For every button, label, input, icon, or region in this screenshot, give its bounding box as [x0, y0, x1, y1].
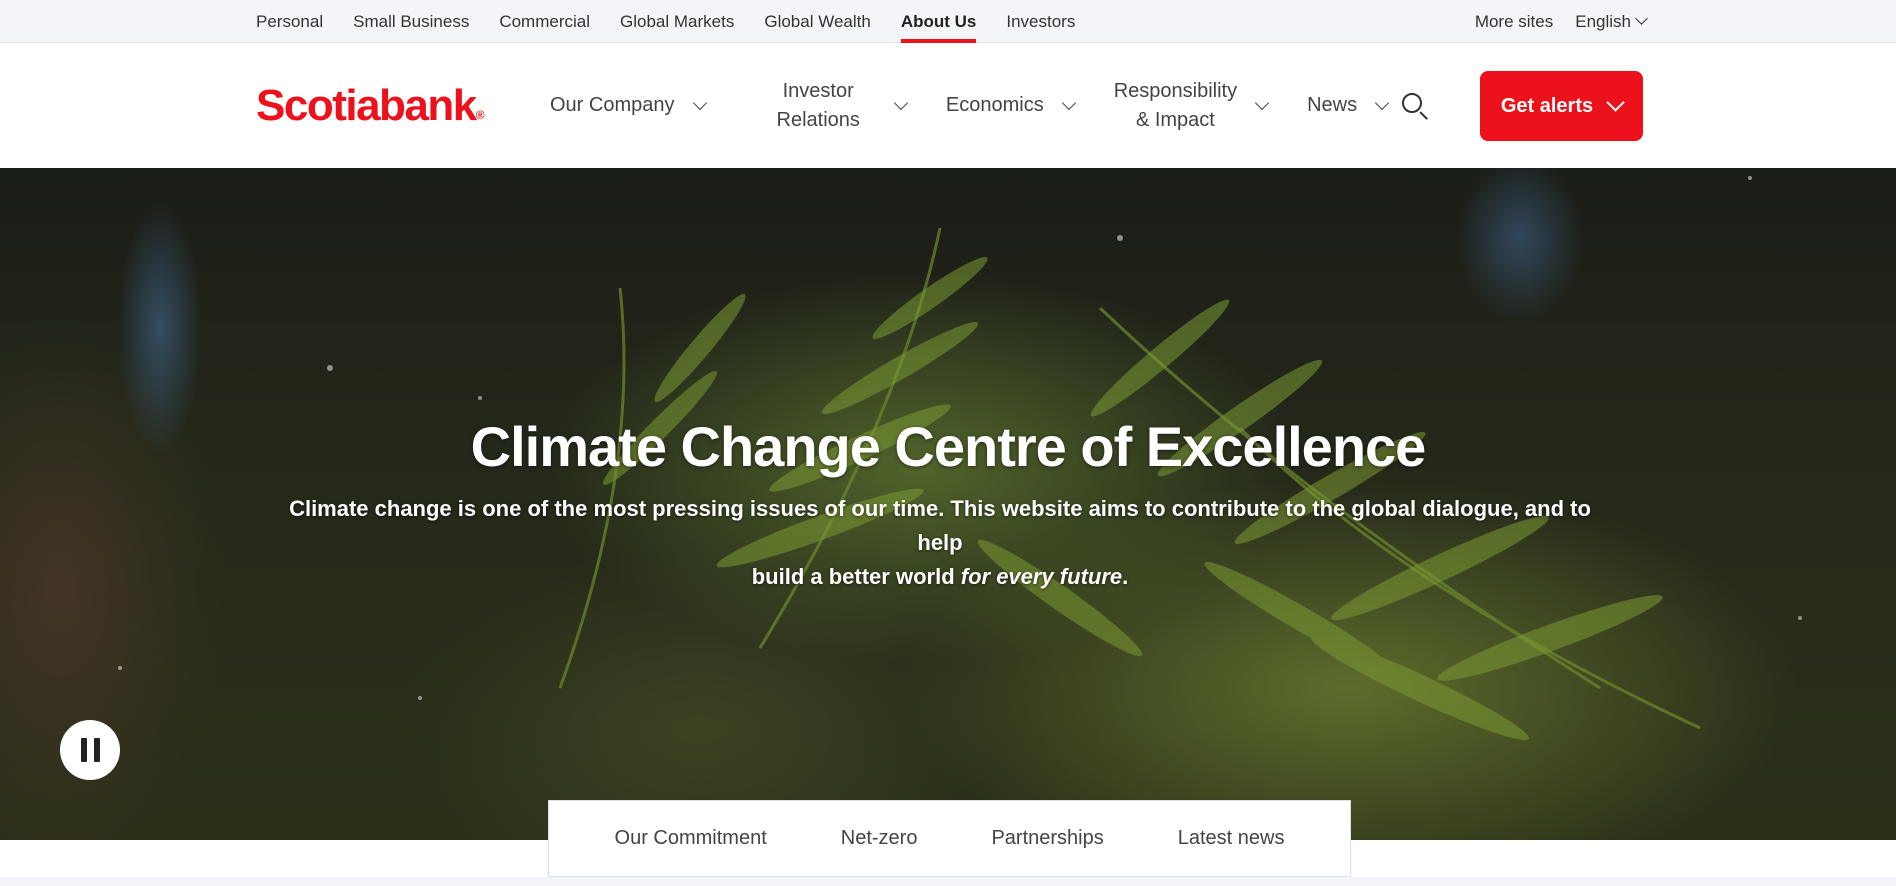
language-label: English	[1575, 11, 1631, 31]
nav-label: News	[1307, 94, 1358, 116]
chevron-down-icon	[1061, 95, 1076, 110]
tab-our-commitment[interactable]: Our Commitment	[578, 827, 804, 850]
nav-responsibility-impact[interactable]: Responsibility & Impact	[1114, 77, 1270, 135]
utility-right: More sites English	[1475, 0, 1648, 43]
hero-subtitle: Climate change is one of the most pressi…	[270, 492, 1610, 594]
hero-subtitle-emphasis: for every future	[960, 564, 1123, 589]
nav-label-line1: Responsibility	[1113, 79, 1238, 102]
hero-title: Climate Change Centre of Excellence	[470, 415, 1427, 478]
pause-icon[interactable]	[60, 720, 120, 780]
segment-link-global-markets[interactable]: Global Markets	[620, 0, 734, 43]
utility-bar: Personal Small Business Commercial Globa…	[0, 0, 1896, 43]
nav-news[interactable]: News	[1307, 91, 1390, 120]
segment-link-commercial[interactable]: Commercial	[499, 0, 590, 43]
chevron-down-icon	[1255, 95, 1270, 110]
segment-link-about-us[interactable]: About Us	[900, 0, 976, 43]
nav-our-company[interactable]: Our Company	[550, 91, 707, 120]
segment-link-global-wealth[interactable]: Global Wealth	[764, 0, 870, 43]
nav-label-line2: Relations	[776, 108, 860, 131]
nav-label: Economics	[945, 94, 1044, 116]
chevron-down-icon	[692, 95, 707, 110]
chevron-down-icon	[1635, 12, 1648, 25]
tab-latest-news[interactable]: Latest news	[1141, 827, 1322, 850]
nav-label: Investor Relations	[777, 77, 860, 135]
search-icon[interactable]	[1400, 91, 1430, 121]
language-selector[interactable]: English	[1575, 0, 1648, 43]
nav-label-line1: Investor	[782, 79, 854, 102]
get-alerts-label: Get alerts	[1500, 94, 1594, 117]
segment-link-small-business[interactable]: Small Business	[353, 0, 469, 43]
nav-label: Our Company	[550, 94, 675, 116]
nav-economics[interactable]: Economics	[945, 91, 1076, 120]
more-sites-link[interactable]: More sites	[1475, 0, 1553, 43]
nav-label-line2: & Impact	[1135, 108, 1215, 131]
segment-link-personal[interactable]: Personal	[256, 0, 323, 43]
nav-label: Responsibility & Impact	[1114, 77, 1237, 135]
hero-subtitle-line2-end: .	[1122, 564, 1129, 589]
segment-link-investors[interactable]: Investors	[1006, 0, 1075, 43]
main-header: Scotiabank® Our Company Investor Relatio…	[0, 43, 1896, 168]
logo-text: Scotiabank	[256, 81, 477, 130]
chevron-down-icon	[893, 95, 908, 110]
section-tabs: Our Commitment Net-zero Partnerships Lat…	[548, 800, 1351, 877]
hero-subtitle-line1: Climate change is one of the most pressi…	[289, 496, 1591, 555]
primary-nav: Our Company Investor Relations Economics…	[550, 43, 1427, 168]
registered-mark: ®	[475, 108, 485, 122]
get-alerts-button[interactable]: Get alerts	[1480, 71, 1643, 141]
nav-investor-relations[interactable]: Investor Relations	[777, 77, 908, 135]
tab-net-zero[interactable]: Net-zero	[804, 827, 955, 850]
chevron-down-icon	[1375, 95, 1390, 110]
hero-subtitle-line2-start: build a better world	[751, 564, 961, 589]
hero-banner: Climate Change Centre of Excellence Clim…	[0, 168, 1896, 840]
tab-partnerships[interactable]: Partnerships	[954, 827, 1140, 850]
segment-links: Personal Small Business Commercial Globa…	[256, 0, 1075, 43]
chevron-down-icon	[1606, 92, 1625, 112]
page-bottom-strip	[0, 877, 1896, 886]
scotiabank-logo[interactable]: Scotiabank®	[256, 81, 485, 131]
